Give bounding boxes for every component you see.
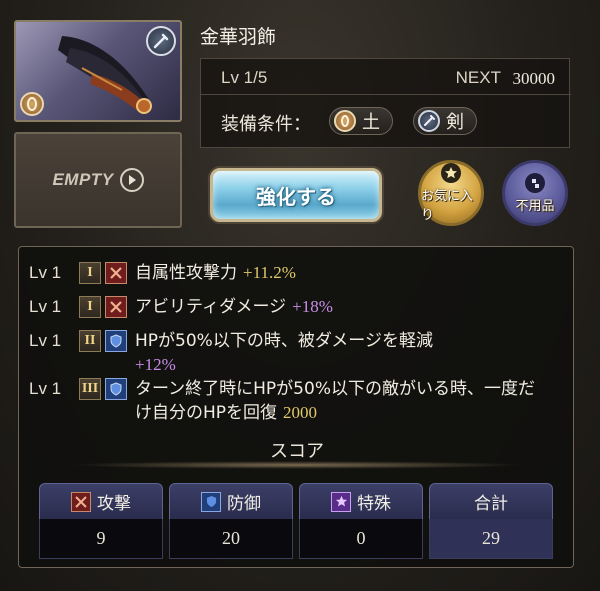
score-divider xyxy=(69,461,525,469)
junk-label: 不用品 xyxy=(515,198,555,214)
earth-element-icon xyxy=(20,92,44,116)
skill-level: Lv 1 xyxy=(29,379,62,398)
next-exp-value: 30000 xyxy=(512,69,556,88)
item-image[interactable] xyxy=(14,20,182,122)
rank-badge: III xyxy=(79,378,101,400)
skill-description: アビリティダメージ xyxy=(135,297,287,317)
favorite-button[interactable]: お気に入り xyxy=(418,160,484,226)
equip-condition-element: 土 xyxy=(329,107,393,135)
skill-level: Lv 1 xyxy=(29,297,62,316)
score-value: 0 xyxy=(299,519,423,559)
play-arrow-icon xyxy=(119,168,144,192)
score-head: 特殊 xyxy=(299,483,423,519)
upgrade-label: 強化する xyxy=(256,184,336,209)
skill-row: Lv 1 II HPが50%以下の時、被ダメージを軽減 +12% xyxy=(29,329,525,377)
rank-badge: I xyxy=(79,296,101,318)
score-title: スコア xyxy=(270,441,324,462)
level-box: Lv 1/5 NEXT 30000 装備条件： 土 剣 xyxy=(200,58,571,148)
attack-icon xyxy=(105,262,127,284)
skill-text: ターン終了時にHPが50%以下の敵がいる時、一度だけ自分のHPを回復 2000 xyxy=(135,377,535,425)
empty-slot[interactable]: EMPTY xyxy=(14,132,182,228)
skill-value: +12% xyxy=(135,355,176,374)
skill-value: +11.2% xyxy=(243,263,296,282)
item-name: 金華羽飾 xyxy=(200,26,277,48)
star-icon xyxy=(331,491,351,512)
equip-condition-label: 装備条件： xyxy=(221,114,311,135)
score-value: 9 xyxy=(39,519,163,559)
score-label: 特殊 xyxy=(357,494,391,514)
equip-condition-element-text: 土 xyxy=(362,112,380,133)
skill-row: Lv 1 III ターン終了時にHPが50%以下の敵がいる時、一度だけ自分のHP… xyxy=(29,377,535,425)
skill-value: 2000 xyxy=(283,403,318,422)
skill-row: Lv 1 I 自属性攻撃力 +11.2% xyxy=(29,261,296,285)
equip-condition-weapon-text: 剣 xyxy=(446,112,464,133)
shield-icon xyxy=(201,491,221,512)
attack-icon xyxy=(71,491,91,512)
rank-badge: I xyxy=(79,262,101,284)
score-label: 防御 xyxy=(227,494,261,514)
skill-text: HPが50%以下の時、被ダメージを軽減 +12% xyxy=(135,329,525,377)
score-head: 合計 xyxy=(429,483,553,519)
score-total: 合計 29 xyxy=(429,483,553,559)
skill-description: ターン終了時にHPが50%以下の敵がいる時、一度だけ自分のHPを回復 xyxy=(135,379,535,423)
skill-level: Lv 1 xyxy=(29,263,62,282)
skill-value: +18% xyxy=(292,297,333,316)
earth-element-icon xyxy=(334,110,356,132)
skill-text: アビリティダメージ +18% xyxy=(135,295,333,319)
shield-icon xyxy=(105,330,127,352)
next-label: NEXT xyxy=(455,68,501,87)
skill-description: HPが50%以下の時、被ダメージを軽減 xyxy=(135,331,433,351)
score-defense: 防御 20 xyxy=(169,483,293,559)
skill-level: Lv 1 xyxy=(29,331,62,350)
score-special: 特殊 0 xyxy=(299,483,423,559)
rank-badge: II xyxy=(79,330,101,352)
skill-description: 自属性攻撃力 xyxy=(135,263,237,283)
shield-icon xyxy=(105,378,127,400)
score-label: 攻撃 xyxy=(97,494,131,514)
junk-icon xyxy=(525,172,545,193)
sword-icon xyxy=(418,110,440,132)
sword-icon xyxy=(146,26,176,56)
score-head: 攻撃 xyxy=(39,483,163,519)
favorite-label: お気に入り xyxy=(421,189,474,223)
equip-condition-weapon: 剣 xyxy=(413,107,477,135)
score-value: 20 xyxy=(169,519,293,559)
score-attack: 攻撃 9 xyxy=(39,483,163,559)
item-detail-panel: EMPTY 金華羽飾 Lv 1/5 NEXT 30000 装備条件： 土 剣 強… xyxy=(0,0,600,591)
star-icon xyxy=(441,163,461,183)
skills-panel: Lv 1 I 自属性攻撃力 +11.2% Lv 1 I アビリティダメージ +18%… xyxy=(18,246,574,568)
level-row: Lv 1/5 NEXT 30000 xyxy=(201,59,571,95)
level-label: Lv 1/5 xyxy=(221,68,268,87)
skill-text: 自属性攻撃力 +11.2% xyxy=(135,261,296,285)
score-label: 合計 xyxy=(474,494,508,514)
skill-row: Lv 1 I アビリティダメージ +18% xyxy=(29,295,333,319)
junk-button[interactable]: 不用品 xyxy=(502,160,568,226)
empty-label: EMPTY xyxy=(52,170,114,189)
score-head: 防御 xyxy=(169,483,293,519)
upgrade-button[interactable]: 強化する xyxy=(210,168,382,222)
attack-icon xyxy=(105,296,127,318)
score-value: 29 xyxy=(429,519,553,559)
